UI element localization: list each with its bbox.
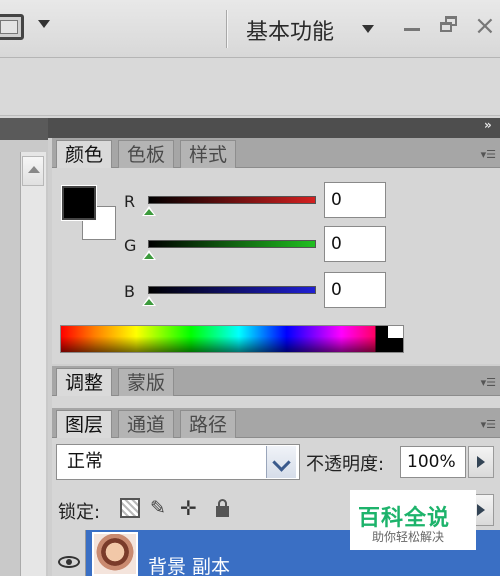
color-panel-tabs: 颜色 色板 样式 ▾☰ <box>52 138 500 168</box>
opacity-input[interactable]: 100% <box>400 446 466 478</box>
panel-menu-icon[interactable]: ▾☰ <box>481 418 496 431</box>
document-scrollbar[interactable] <box>20 152 46 576</box>
lock-image-pixels-icon[interactable]: ✎ <box>150 498 170 518</box>
layers-panel-tabs: 图层 通道 路径 ▾☰ <box>52 408 500 438</box>
foreground-color-swatch[interactable] <box>61 185 97 221</box>
red-slider-thumb[interactable] <box>142 206 156 216</box>
green-value-input[interactable]: 0 <box>324 226 386 262</box>
tab-swatches[interactable]: 色板 <box>118 140 175 168</box>
tab-color[interactable]: 颜色 <box>56 140 113 168</box>
scroll-up-button[interactable] <box>22 156 44 186</box>
adjustments-panel-tabs: 调整 蒙版 ▾☰ <box>52 366 500 396</box>
photoshop-window: 基本功能 × » 颜色 色板 样式 ▾☰ R 0 G 0 B 0 调整 蒙版 ▾… <box>0 0 500 576</box>
panel-menu-icon[interactable]: ▾☰ <box>481 376 496 389</box>
minimize-button[interactable] <box>404 28 420 31</box>
channel-label-b: B <box>124 282 135 301</box>
lock-transparent-pixels-icon[interactable] <box>120 498 140 518</box>
adjustments-panel <box>52 396 500 408</box>
eye-icon[interactable] <box>58 556 80 568</box>
channel-label-r: R <box>124 192 136 211</box>
collapse-dock-icon[interactable]: » <box>484 118 492 132</box>
layer-name[interactable]: 背景 副本 <box>148 552 230 576</box>
chevron-down-icon[interactable] <box>266 446 296 478</box>
red-value-input[interactable]: 0 <box>324 182 386 218</box>
chevron-down-icon[interactable] <box>38 20 50 28</box>
channel-label-g: G <box>124 236 137 255</box>
tab-styles[interactable]: 样式 <box>180 140 237 168</box>
restore-button[interactable] <box>440 16 458 34</box>
green-slider-thumb[interactable] <box>142 250 156 260</box>
options-bar <box>0 58 500 116</box>
blend-mode-select[interactable]: 正常 <box>56 444 300 480</box>
tab-channels[interactable]: 通道 <box>118 410 175 438</box>
divider <box>226 10 228 48</box>
color-spectrum-bar[interactable] <box>60 325 404 353</box>
blue-value-input[interactable]: 0 <box>324 272 386 308</box>
blue-slider-thumb[interactable] <box>142 296 156 306</box>
dock-header <box>48 118 500 138</box>
tab-layers[interactable]: 图层 <box>56 410 113 438</box>
tab-paths[interactable]: 路径 <box>180 410 237 438</box>
lock-label: 锁定: <box>58 502 101 523</box>
tab-masks[interactable]: 蒙版 <box>118 368 175 396</box>
watermark-subtitle: 助你轻松解决 <box>372 530 445 544</box>
green-slider[interactable] <box>148 240 316 248</box>
blue-slider[interactable] <box>148 286 316 294</box>
screen-mode-icon[interactable] <box>0 14 24 40</box>
document-tab-bar <box>0 118 48 140</box>
visibility-toggle[interactable] <box>52 530 86 576</box>
red-slider[interactable] <box>148 196 316 204</box>
layer-thumbnail <box>92 532 138 576</box>
panel-menu-icon[interactable]: ▾☰ <box>481 148 496 161</box>
lock-position-icon[interactable]: ✛ <box>180 498 200 518</box>
opacity-label: 不透明度: <box>306 454 385 475</box>
close-button[interactable]: × <box>474 13 498 39</box>
tab-adjustments[interactable]: 调整 <box>56 368 113 396</box>
white-swatch[interactable] <box>388 326 403 338</box>
opacity-slider-toggle[interactable] <box>468 446 494 478</box>
workspace-switcher[interactable]: 基本功能 <box>246 14 334 46</box>
lock-all-icon[interactable] <box>214 498 234 518</box>
workspace-dropdown-arrow-icon[interactable] <box>362 25 374 33</box>
